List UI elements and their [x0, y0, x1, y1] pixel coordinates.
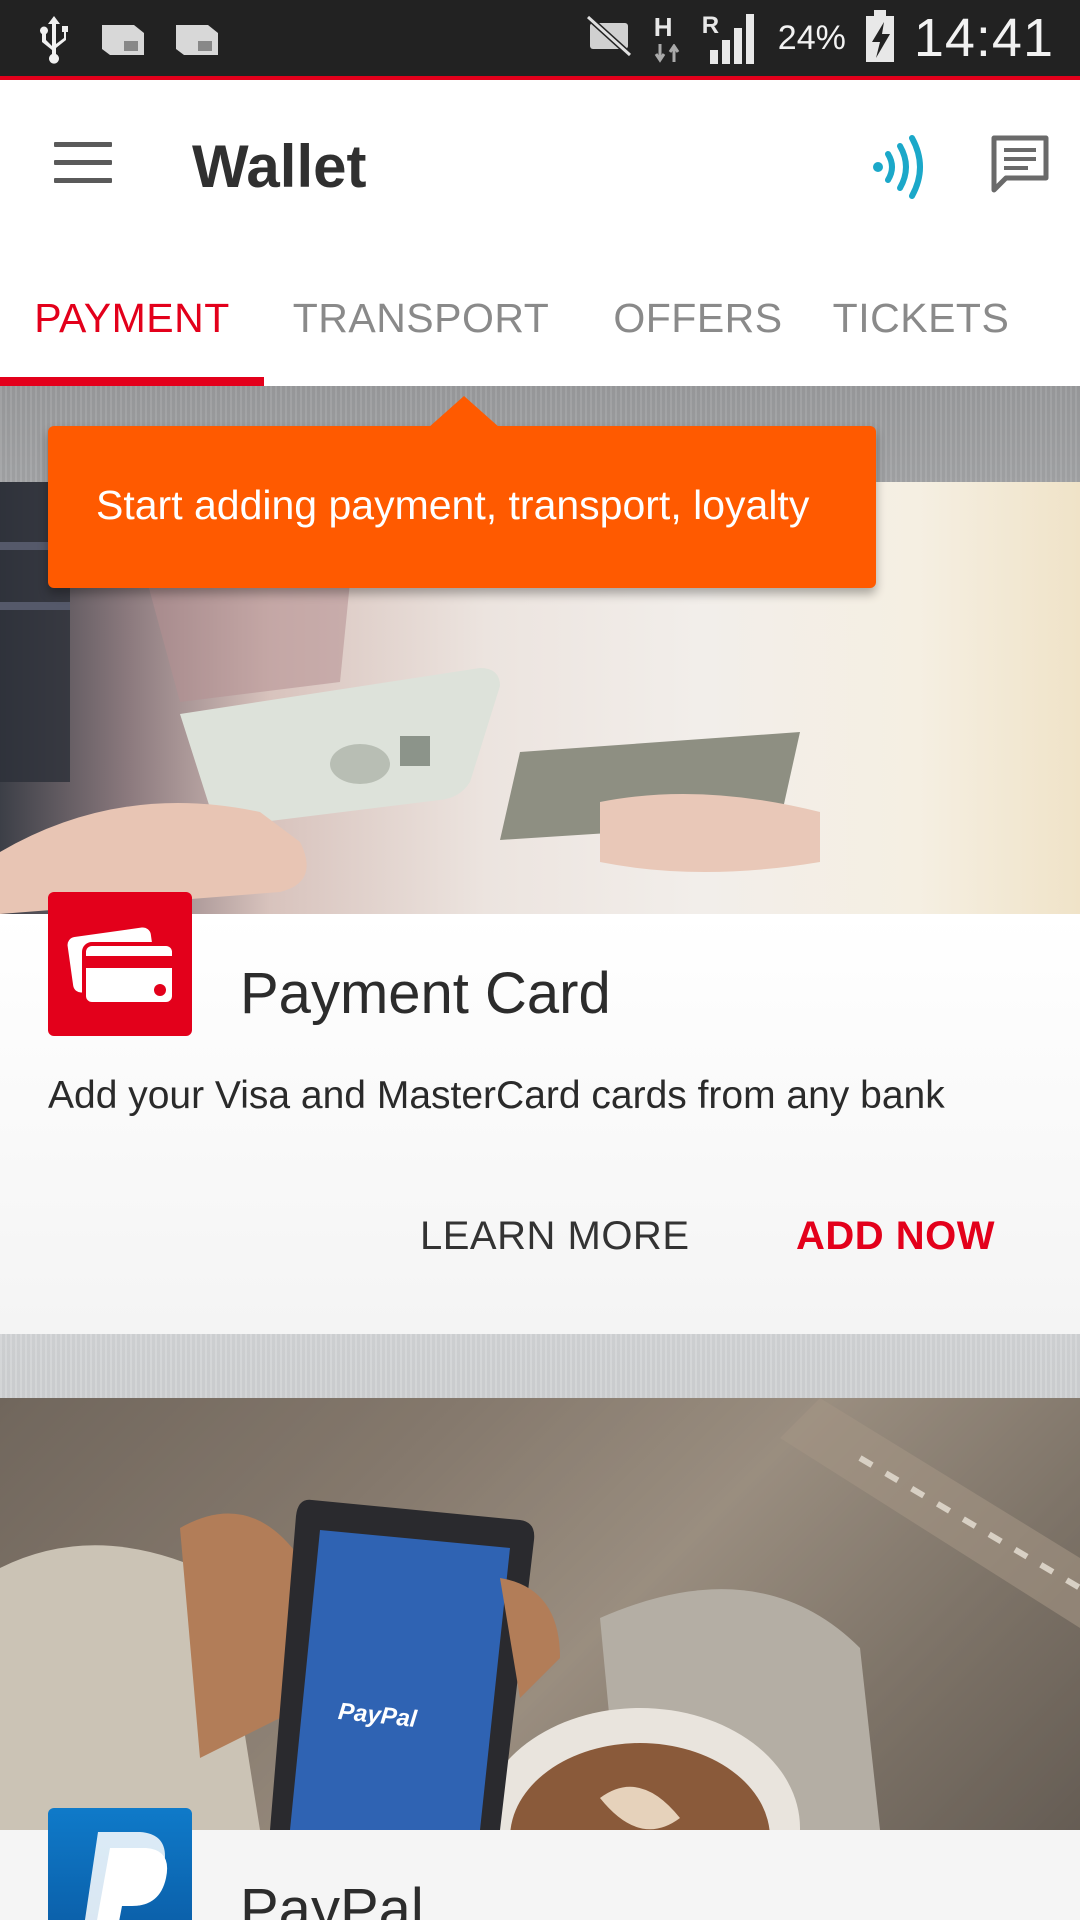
menu-button[interactable]: [54, 142, 112, 186]
messages-button[interactable]: [988, 132, 1052, 196]
learn-more-button[interactable]: LEARN MORE: [420, 1214, 690, 1259]
usb-icon: [36, 14, 72, 69]
paypal-card-body: PayPal: [0, 1808, 1080, 1920]
nfc-button[interactable]: [870, 132, 930, 202]
payment-card-description: Add your Visa and MasterCard cards from …: [48, 1074, 945, 1117]
battery-percent: 24%: [777, 18, 846, 57]
app-title: Wallet: [192, 133, 367, 200]
paypal-card-title: PayPal: [240, 1877, 424, 1920]
status-bar: H R 24% 14:41: [0, 0, 1080, 76]
paypal-card[interactable]: PayPal PayPal: [0, 1398, 1080, 1920]
signal-icon: R: [702, 10, 760, 66]
payment-card-title: Payment Card: [240, 961, 611, 1026]
tab-offers[interactable]: OFFERS: [578, 250, 818, 386]
content-area: Payment Card Add your Visa and MasterCar…: [0, 386, 1080, 1920]
tab-transport[interactable]: TRANSPORT: [264, 250, 578, 386]
phone-and-coffee-illustration: [0, 1398, 1080, 1830]
muted-icon: [584, 13, 634, 64]
clock: 14:41: [913, 8, 1054, 68]
payment-card-card[interactable]: Payment Card Add your Visa and MasterCar…: [0, 482, 1080, 1334]
tab-payment[interactable]: PAYMENT: [0, 250, 264, 386]
tooltip-text: Start adding payment, transport, loyalty: [96, 482, 810, 528]
onboarding-tooltip[interactable]: Start adding payment, transport, loyalty: [48, 396, 876, 588]
tab-bar: PAYMENT TRANSPORT OFFERS TICKETS: [0, 250, 1080, 386]
network-type-label: H: [653, 12, 673, 42]
paypal-photo: PayPal: [0, 1398, 1080, 1830]
tab-tickets[interactable]: TICKETS: [818, 250, 1024, 386]
sim-card-icon: [98, 19, 146, 64]
sim-card-icon: [172, 19, 220, 64]
network-type-icon: H: [652, 10, 684, 66]
menu-icon: [54, 142, 112, 147]
paypal-icon: [48, 1808, 192, 1920]
payment-card-body: Payment Card Add your Visa and MasterCar…: [0, 892, 1080, 1334]
message-icon: [991, 135, 1049, 193]
roaming-label: R: [701, 12, 720, 39]
add-now-button[interactable]: ADD NOW: [796, 1214, 995, 1259]
battery-charging-icon: [864, 8, 896, 69]
nfc-icon: [873, 135, 923, 199]
app-bar: Wallet: [0, 80, 1080, 250]
payment-card-icon: [48, 892, 192, 1036]
